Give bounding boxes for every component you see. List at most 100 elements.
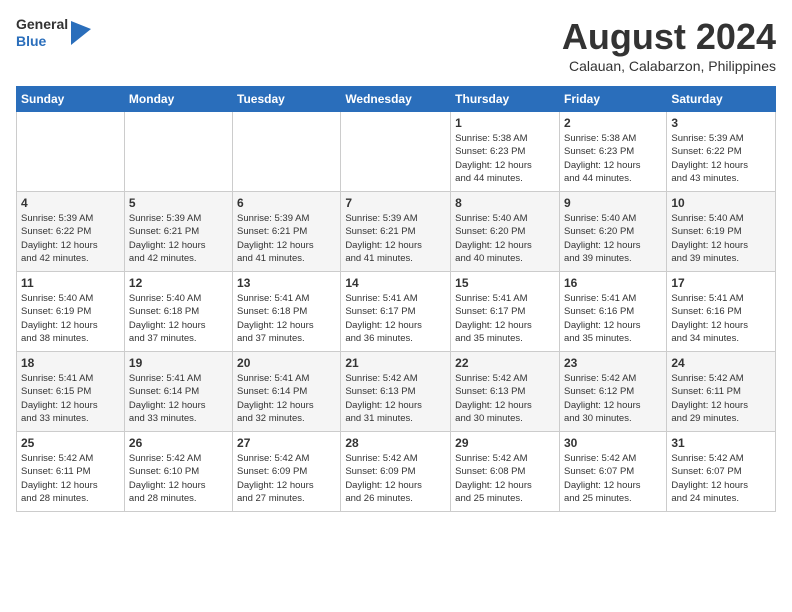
location: Calauan, Calabarzon, Philippines	[562, 58, 776, 74]
weekday-header: Thursday	[451, 87, 560, 112]
calendar-week-row: 25 Sunrise: 5:42 AM Sunset: 6:11 PM Dayli…	[17, 432, 776, 512]
day-number: 2	[564, 116, 662, 130]
day-number: 4	[21, 196, 120, 210]
day-number: 24	[671, 356, 771, 370]
day-number: 16	[564, 276, 662, 290]
calendar-cell	[341, 112, 451, 192]
calendar-cell: 3 Sunrise: 5:39 AM Sunset: 6:22 PM Daylig…	[667, 112, 776, 192]
calendar-cell: 4 Sunrise: 5:39 AM Sunset: 6:22 PM Daylig…	[17, 192, 125, 272]
weekday-header: Saturday	[667, 87, 776, 112]
calendar-cell: 24 Sunrise: 5:42 AM Sunset: 6:11 PM Dayli…	[667, 352, 776, 432]
calendar-table: SundayMondayTuesdayWednesdayThursdayFrid…	[16, 86, 776, 512]
day-number: 7	[345, 196, 446, 210]
day-number: 25	[21, 436, 120, 450]
day-number: 19	[129, 356, 228, 370]
day-info: Sunrise: 5:39 AM Sunset: 6:22 PM Dayligh…	[21, 212, 120, 265]
day-info: Sunrise: 5:42 AM Sunset: 6:07 PM Dayligh…	[671, 452, 771, 505]
day-info: Sunrise: 5:42 AM Sunset: 6:11 PM Dayligh…	[21, 452, 120, 505]
calendar-cell	[17, 112, 125, 192]
day-number: 13	[237, 276, 336, 290]
day-number: 6	[237, 196, 336, 210]
day-number: 21	[345, 356, 446, 370]
calendar-cell: 29 Sunrise: 5:42 AM Sunset: 6:08 PM Dayli…	[451, 432, 560, 512]
calendar-cell: 21 Sunrise: 5:42 AM Sunset: 6:13 PM Dayli…	[341, 352, 451, 432]
weekday-header: Monday	[124, 87, 232, 112]
day-number: 11	[21, 276, 120, 290]
day-info: Sunrise: 5:41 AM Sunset: 6:14 PM Dayligh…	[129, 372, 228, 425]
logo-icon	[71, 21, 91, 45]
calendar-cell: 1 Sunrise: 5:38 AM Sunset: 6:23 PM Daylig…	[451, 112, 560, 192]
title-block: August 2024 Calauan, Calabarzon, Philipp…	[562, 16, 776, 74]
day-info: Sunrise: 5:41 AM Sunset: 6:17 PM Dayligh…	[455, 292, 555, 345]
calendar-cell: 23 Sunrise: 5:42 AM Sunset: 6:12 PM Dayli…	[559, 352, 666, 432]
day-number: 3	[671, 116, 771, 130]
calendar-cell: 12Sunrise: 5:40 AM Sunset: 6:18 PM Dayli…	[124, 272, 232, 352]
page-header: General Blue August 2024 Calauan, Calaba…	[16, 16, 776, 74]
day-number: 27	[237, 436, 336, 450]
day-number: 23	[564, 356, 662, 370]
day-number: 15	[455, 276, 555, 290]
day-info: Sunrise: 5:42 AM Sunset: 6:13 PM Dayligh…	[345, 372, 446, 425]
day-info: Sunrise: 5:41 AM Sunset: 6:18 PM Dayligh…	[237, 292, 336, 345]
day-number: 1	[455, 116, 555, 130]
day-number: 28	[345, 436, 446, 450]
calendar-cell: 31Sunrise: 5:42 AM Sunset: 6:07 PM Dayli…	[667, 432, 776, 512]
day-info: Sunrise: 5:40 AM Sunset: 6:20 PM Dayligh…	[455, 212, 555, 265]
calendar-cell: 14Sunrise: 5:41 AM Sunset: 6:17 PM Dayli…	[341, 272, 451, 352]
day-number: 18	[21, 356, 120, 370]
calendar-cell: 9 Sunrise: 5:40 AM Sunset: 6:20 PM Daylig…	[559, 192, 666, 272]
day-info: Sunrise: 5:41 AM Sunset: 6:15 PM Dayligh…	[21, 372, 120, 425]
weekday-header: Tuesday	[233, 87, 341, 112]
day-number: 29	[455, 436, 555, 450]
day-info: Sunrise: 5:40 AM Sunset: 6:20 PM Dayligh…	[564, 212, 662, 265]
day-number: 9	[564, 196, 662, 210]
day-info: Sunrise: 5:42 AM Sunset: 6:12 PM Dayligh…	[564, 372, 662, 425]
day-info: Sunrise: 5:39 AM Sunset: 6:21 PM Dayligh…	[129, 212, 228, 265]
day-info: Sunrise: 5:41 AM Sunset: 6:14 PM Dayligh…	[237, 372, 336, 425]
calendar-header-row: SundayMondayTuesdayWednesdayThursdayFrid…	[17, 87, 776, 112]
logo: General Blue	[16, 16, 91, 50]
day-info: Sunrise: 5:42 AM Sunset: 6:11 PM Dayligh…	[671, 372, 771, 425]
calendar-week-row: 1 Sunrise: 5:38 AM Sunset: 6:23 PM Daylig…	[17, 112, 776, 192]
calendar-cell: 2 Sunrise: 5:38 AM Sunset: 6:23 PM Daylig…	[559, 112, 666, 192]
calendar-cell: 15 Sunrise: 5:41 AM Sunset: 6:17 PM Dayli…	[451, 272, 560, 352]
day-info: Sunrise: 5:38 AM Sunset: 6:23 PM Dayligh…	[564, 132, 662, 185]
day-info: Sunrise: 5:42 AM Sunset: 6:08 PM Dayligh…	[455, 452, 555, 505]
day-info: Sunrise: 5:40 AM Sunset: 6:19 PM Dayligh…	[671, 212, 771, 265]
calendar-week-row: 4 Sunrise: 5:39 AM Sunset: 6:22 PM Daylig…	[17, 192, 776, 272]
day-number: 26	[129, 436, 228, 450]
calendar-cell: 7 Sunrise: 5:39 AM Sunset: 6:21 PM Daylig…	[341, 192, 451, 272]
calendar-cell: 25 Sunrise: 5:42 AM Sunset: 6:11 PM Dayli…	[17, 432, 125, 512]
weekday-header: Sunday	[17, 87, 125, 112]
month-title: August 2024	[562, 16, 776, 58]
day-info: Sunrise: 5:42 AM Sunset: 6:09 PM Dayligh…	[237, 452, 336, 505]
day-number: 22	[455, 356, 555, 370]
calendar-cell: 10Sunrise: 5:40 AM Sunset: 6:19 PM Dayli…	[667, 192, 776, 272]
logo-text: General Blue	[16, 16, 68, 50]
calendar-cell: 5Sunrise: 5:39 AM Sunset: 6:21 PM Daylig…	[124, 192, 232, 272]
calendar-week-row: 18 Sunrise: 5:41 AM Sunset: 6:15 PM Dayli…	[17, 352, 776, 432]
day-info: Sunrise: 5:39 AM Sunset: 6:21 PM Dayligh…	[345, 212, 446, 265]
calendar-cell: 8 Sunrise: 5:40 AM Sunset: 6:20 PM Daylig…	[451, 192, 560, 272]
calendar-cell	[233, 112, 341, 192]
weekday-header: Wednesday	[341, 87, 451, 112]
calendar-cell: 30 Sunrise: 5:42 AM Sunset: 6:07 PM Dayli…	[559, 432, 666, 512]
day-info: Sunrise: 5:39 AM Sunset: 6:22 PM Dayligh…	[671, 132, 771, 185]
calendar-cell	[124, 112, 232, 192]
calendar-cell: 16 Sunrise: 5:41 AM Sunset: 6:16 PM Dayli…	[559, 272, 666, 352]
calendar-cell: 19 Sunrise: 5:41 AM Sunset: 6:14 PM Dayli…	[124, 352, 232, 432]
day-info: Sunrise: 5:38 AM Sunset: 6:23 PM Dayligh…	[455, 132, 555, 185]
day-info: Sunrise: 5:42 AM Sunset: 6:09 PM Dayligh…	[345, 452, 446, 505]
day-info: Sunrise: 5:41 AM Sunset: 6:16 PM Dayligh…	[671, 292, 771, 345]
calendar-cell: 18 Sunrise: 5:41 AM Sunset: 6:15 PM Dayli…	[17, 352, 125, 432]
day-info: Sunrise: 5:41 AM Sunset: 6:17 PM Dayligh…	[345, 292, 446, 345]
calendar-cell: 26Sunrise: 5:42 AM Sunset: 6:10 PM Dayli…	[124, 432, 232, 512]
calendar-cell: 28 Sunrise: 5:42 AM Sunset: 6:09 PM Dayli…	[341, 432, 451, 512]
day-number: 8	[455, 196, 555, 210]
day-info: Sunrise: 5:42 AM Sunset: 6:07 PM Dayligh…	[564, 452, 662, 505]
day-number: 30	[564, 436, 662, 450]
calendar-cell: 20 Sunrise: 5:41 AM Sunset: 6:14 PM Dayli…	[233, 352, 341, 432]
day-info: Sunrise: 5:39 AM Sunset: 6:21 PM Dayligh…	[237, 212, 336, 265]
day-number: 20	[237, 356, 336, 370]
day-info: Sunrise: 5:41 AM Sunset: 6:16 PM Dayligh…	[564, 292, 662, 345]
